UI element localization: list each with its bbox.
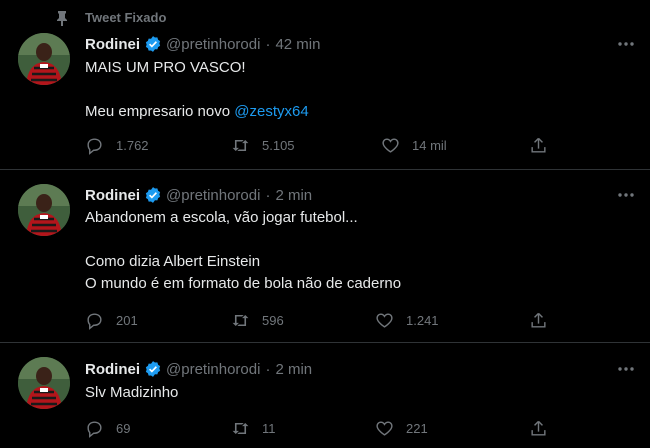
reply-icon [87, 137, 102, 155]
reply-icon [87, 312, 102, 330]
reply-icon [87, 420, 102, 438]
timestamp[interactable]: 2 min [275, 361, 312, 378]
more-icon[interactable] [616, 359, 636, 379]
retweet-count: 596 [262, 312, 284, 328]
share-icon [531, 312, 546, 328]
retweet-icon [232, 314, 249, 326]
heart-icon [376, 312, 393, 328]
like-count: 14 mil [412, 137, 447, 153]
tweet-text-main: MAIS UM PRO VASCO! Meu empresario novo [85, 59, 246, 120]
separator: · [265, 35, 271, 53]
more-icon[interactable] [616, 34, 636, 54]
retweet-icon [232, 422, 249, 434]
pinned-label: Tweet Fixado [85, 10, 167, 25]
verified-badge-icon [145, 187, 161, 203]
pin-icon [57, 11, 67, 26]
tweet[interactable]: Rodinei @pretinhorodi · 42 min MAIS UM P… [0, 28, 650, 169]
mention-link[interactable]: @zestyx64 [234, 103, 308, 120]
tweet-actions: 201 596 1.241 [85, 310, 555, 330]
reply-count: 1.762 [116, 137, 149, 153]
retweet-count: 11 [262, 420, 276, 436]
retweet-icon [232, 139, 249, 151]
reply-button[interactable]: 201 [85, 310, 138, 330]
tweet-header: Rodinei @pretinhorodi · 42 min [85, 34, 320, 54]
heart-icon [382, 137, 399, 153]
tweet-actions: 1.762 5.105 14 mil [85, 135, 555, 155]
retweet-count: 5.105 [262, 137, 295, 153]
tweet-header: Rodinei @pretinhorodi · 2 min [85, 359, 312, 379]
tweet[interactable]: Rodinei @pretinhorodi · 2 min Abandonem … [0, 170, 650, 342]
display-name[interactable]: Rodinei [85, 36, 140, 53]
retweet-button[interactable]: 11 [231, 418, 276, 438]
retweet-button[interactable]: 596 [231, 310, 284, 330]
tweet-text: Abandonem a escola, vão jogar futebol...… [85, 209, 402, 292]
tweet[interactable]: Rodinei @pretinhorodi · 2 min Slv Madizi… [0, 343, 650, 448]
share-button[interactable] [529, 135, 560, 155]
avatar[interactable] [18, 357, 70, 409]
tweet-header: Rodinei @pretinhorodi · 2 min [85, 185, 312, 205]
share-button[interactable] [529, 418, 560, 438]
avatar[interactable] [18, 184, 70, 236]
reply-count: 201 [116, 312, 138, 328]
timestamp[interactable]: 42 min [275, 36, 320, 53]
heart-icon [376, 420, 393, 436]
display-name[interactable]: Rodinei [85, 361, 140, 378]
like-button[interactable]: 221 [375, 418, 428, 438]
retweet-button[interactable]: 5.105 [231, 135, 295, 155]
share-icon [531, 137, 546, 153]
tweet-text: MAIS UM PRO VASCO! Meu empresario novo @… [85, 57, 625, 123]
like-count: 221 [406, 420, 428, 436]
reply-button[interactable]: 1.762 [85, 135, 149, 155]
handle[interactable]: @pretinhorodi [166, 187, 260, 204]
like-count: 1.241 [406, 312, 439, 328]
handle[interactable]: @pretinhorodi [166, 361, 260, 378]
tweet-text: Slv Madizinho [85, 384, 179, 401]
like-button[interactable]: 14 mil [381, 135, 447, 155]
share-icon [531, 420, 546, 436]
handle[interactable]: @pretinhorodi [166, 36, 260, 53]
share-button[interactable] [529, 310, 560, 330]
avatar[interactable] [18, 33, 70, 85]
timestamp[interactable]: 2 min [275, 187, 312, 204]
verified-badge-icon [145, 361, 161, 377]
reply-button[interactable]: 69 [85, 418, 130, 438]
display-name[interactable]: Rodinei [85, 187, 140, 204]
separator: · [265, 360, 271, 378]
like-button[interactable]: 1.241 [375, 310, 439, 330]
verified-badge-icon [145, 36, 161, 52]
tweet-actions: 69 11 221 [85, 418, 555, 438]
separator: · [265, 186, 271, 204]
tweet-feed: Tweet Fixado Rodinei @pretinhorodi · 42 … [0, 0, 650, 448]
reply-count: 69 [116, 420, 131, 436]
more-icon[interactable] [616, 185, 636, 205]
